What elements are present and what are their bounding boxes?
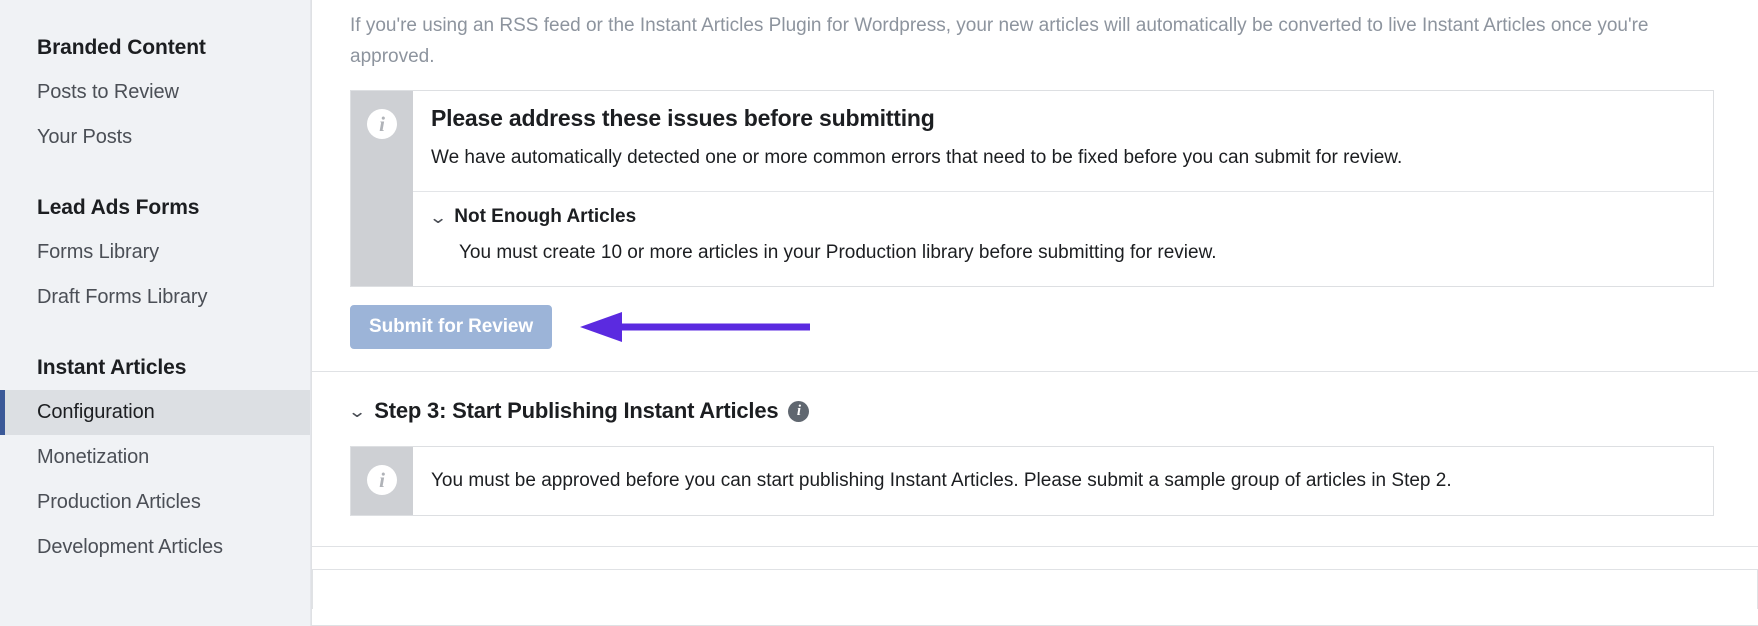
sidebar-item-label: Configuration [37,401,155,423]
intro-paragraph: If you're using an RSS feed or the Insta… [350,15,1649,67]
info-icon: i [367,465,397,495]
submit-row: Submit for Review [312,287,1758,371]
annotation-arrow-icon [580,312,811,342]
info-icon: i [367,109,397,139]
alert-title: Please address these issues before submi… [431,105,935,131]
sidebar-heading-lead-ads-forms: Lead Ads Forms [37,196,200,219]
next-section-card [312,569,1758,609]
step3-header[interactable]: ⌄ Step 3: Start Publishing Instant Artic… [348,398,1714,424]
issue-toggle-row[interactable]: ⌄ Not Enough Articles [429,206,1695,228]
page-root: Branded Content Posts to Review Your Pos… [0,0,1758,626]
annotation-arrow [580,310,811,344]
sidebar-item-monetization[interactable]: Monetization [0,435,310,480]
issue-item: ⌄ Not Enough Articles You must create 10… [413,192,1713,286]
issue-description: You must create 10 or more articles in y… [459,242,1217,263]
sidebar-item-label: Forms Library [37,241,160,263]
step3-note-text: You must be approved before you can star… [431,470,1452,491]
sidebar-item-label: Production Articles [37,491,201,513]
sidebar-group-lead-ads-forms: Lead Ads Forms Forms Library Draft Forms… [0,186,310,320]
sidebar-item-label: Development Articles [37,536,223,558]
alert-icon-column: i [351,91,413,286]
sidebar-item-posts-to-review[interactable]: Posts to Review [0,70,310,115]
sidebar-item-label: Your Posts [37,126,132,148]
step3-section: ⌄ Step 3: Start Publishing Instant Artic… [312,372,1758,546]
sidebar-item-forms-library[interactable]: Forms Library [0,230,310,275]
chevron-down-icon[interactable]: ⌄ [348,403,367,420]
sidebar: Branded Content Posts to Review Your Pos… [0,0,311,626]
alert-description: We have automatically detected one or mo… [431,147,1403,168]
issue-title: Not Enough Articles [454,206,637,227]
step3-note-box: i You must be approved before you can st… [350,446,1714,516]
bottom-divider [312,546,1758,547]
sidebar-heading-branded-content: Branded Content [37,36,206,59]
sidebar-heading-instant-articles: Instant Articles [37,356,187,379]
sidebar-item-development-articles[interactable]: Development Articles [0,525,310,570]
sidebar-item-draft-forms-library[interactable]: Draft Forms Library [0,275,310,320]
submit-for-review-button[interactable]: Submit for Review [350,305,553,349]
sidebar-item-configuration[interactable]: Configuration [0,390,310,435]
chevron-down-icon[interactable]: ⌄ [429,209,448,226]
note-icon-column: i [351,447,413,515]
sidebar-group-branded-content: Branded Content Posts to Review Your Pos… [0,26,310,160]
alert-body: Please address these issues before submi… [413,91,1713,286]
alert-header: Please address these issues before submi… [413,91,1713,192]
sidebar-item-production-articles[interactable]: Production Articles [0,480,310,525]
step3-title: Step 3: Start Publishing Instant Article… [374,398,779,423]
main-content: If you're using an RSS feed or the Insta… [311,0,1758,626]
issues-alert-box: i Please address these issues before sub… [350,90,1714,287]
sidebar-item-your-posts[interactable]: Your Posts [0,115,310,160]
info-icon[interactable]: i [788,400,810,422]
sidebar-item-label: Draft Forms Library [37,286,208,308]
sidebar-item-label: Monetization [37,446,150,468]
sidebar-group-instant-articles: Instant Articles Configuration Monetizat… [0,346,310,570]
sidebar-item-label: Posts to Review [37,81,179,103]
